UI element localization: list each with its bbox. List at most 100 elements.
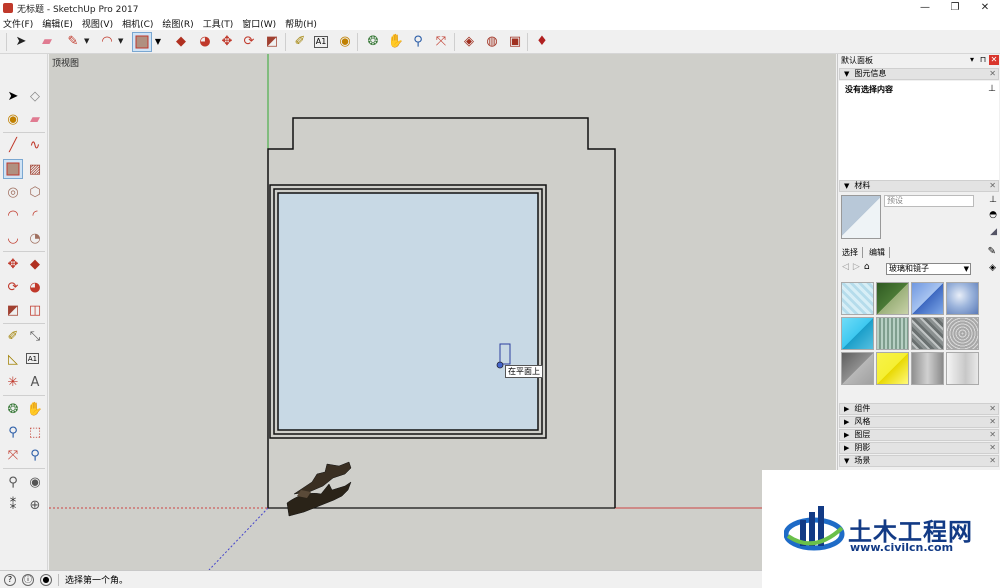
minimize-button[interactable]: — [910,0,940,16]
section-close-icon[interactable]: ✕ [989,430,996,440]
section-plane-icon[interactable]: ⊕ [26,496,44,514]
ruby-extension-icon[interactable]: ♦ [533,33,551,51]
material-swatch[interactable] [911,317,944,350]
material-swatch[interactable] [841,317,874,350]
material-swatch[interactable] [876,352,909,385]
menu-window[interactable]: 窗口(W) [242,17,276,30]
styles-header[interactable]: ▶ 风格 ✕ [839,416,999,428]
tray-pin-icon[interactable]: ▾ [967,55,977,65]
tray-close-icon[interactable]: ✕ [989,55,999,65]
circle-icon[interactable]: ◎ [4,183,22,201]
make-component-icon[interactable]: ◇ [26,87,44,105]
zoom-window-icon[interactable]: ⬚ [26,423,44,441]
menu-tools[interactable]: 工具(T) [203,17,234,30]
arc-tool-icon[interactable]: ◠ [98,33,116,51]
forward-arrow-icon[interactable]: ▷ [853,262,860,272]
rectangle-tool-icon[interactable] [132,32,152,52]
dimension-icon[interactable]: ⤡ [26,327,44,345]
create-material-icon[interactable]: ◓ [989,210,997,220]
pan-tool-icon[interactable]: ✋ [387,33,405,51]
rectangle-icon[interactable] [3,159,23,179]
shadows-header[interactable]: ▶ 阴影 ✕ [839,442,999,454]
line-tool-icon[interactable]: ✎ [64,33,82,51]
display-secondary-icon[interactable]: ⊥ [989,195,997,205]
zoom-icon[interactable]: ⚲ [4,423,22,441]
zoom-extents-icon[interactable]: ⤧ [4,446,22,464]
text-tool-icon[interactable]: A1 [314,36,328,48]
scale-tool-icon[interactable]: ◩ [263,33,281,51]
details-arrow-icon[interactable]: ◈ [989,263,996,273]
material-swatch[interactable] [946,352,979,385]
rectangle-dropdown-icon[interactable]: ▼ [152,33,164,51]
menu-view[interactable]: 视图(V) [82,17,113,30]
eyedropper-icon[interactable]: ✎ [988,246,996,257]
orbit-icon[interactable]: ❂ [4,400,22,418]
zoom-tool-icon[interactable]: ⚲ [409,33,427,51]
menu-help[interactable]: 帮助(H) [285,17,317,30]
scenes-header[interactable]: ▼ 场景 ✕ [839,455,999,467]
model-viewport[interactable]: 顶视图 在平面上 [49,54,836,570]
section-close-icon[interactable]: ✕ [989,417,996,427]
zoom-extents-tool-icon[interactable]: ⤧ [432,33,450,51]
tape-measure-tool-icon[interactable]: ✐ [291,33,309,51]
paint-bucket-icon[interactable]: ◉ [4,110,22,128]
line-icon[interactable]: ╱ [4,136,22,154]
entity-pin-icon[interactable]: ⊥ [988,84,996,94]
user-icon[interactable]: ● [40,573,52,586]
pie-icon[interactable]: ◔ [26,229,44,247]
rotate-icon[interactable]: ⟳ [4,278,22,296]
push-pull-icon[interactable]: ◆ [26,255,44,273]
select-tool-icon[interactable]: ➤ [12,33,30,51]
offset-icon[interactable]: ◫ [26,301,44,319]
two-point-arc-icon[interactable]: ◜ [26,206,44,224]
pan-icon[interactable]: ✋ [26,400,44,418]
menu-draw[interactable]: 绘图(R) [162,17,193,30]
material-swatch[interactable] [911,282,944,315]
tape-measure-icon[interactable]: ✐ [4,327,22,345]
sample-paint-icon[interactable]: ◢ [990,227,997,237]
close-button[interactable]: ✕ [970,0,1000,16]
rotated-rectangle-icon[interactable]: ▨ [26,160,44,178]
material-swatch[interactable] [876,317,909,350]
extension-warehouse-icon[interactable]: ▣ [506,33,524,51]
orbit-tool-icon[interactable]: ❂ [364,33,382,51]
arc-icon[interactable]: ◠ [4,206,22,224]
credits-icon[interactable]: ⓘ [22,573,34,586]
section-close-icon[interactable]: ✕ [989,181,996,191]
materials-header[interactable]: ▼ 材料 ✕ [839,180,999,192]
3d-text-icon[interactable]: A [26,373,44,391]
material-swatch[interactable] [946,317,979,350]
arc-dropdown-icon[interactable]: ▼ [118,37,123,45]
three-point-arc-icon[interactable]: ◡ [4,229,22,247]
entity-info-header[interactable]: ▼ 图元信息 ✕ [839,68,999,80]
polygon-icon[interactable]: ⬡ [26,183,44,201]
home-icon[interactable]: ⌂ [864,262,870,272]
eraser-tool-icon[interactable]: ▰ [38,33,56,51]
eraser-icon[interactable]: ▰ [26,110,44,128]
material-swatch[interactable] [841,352,874,385]
material-swatch[interactable] [876,282,909,315]
rotate-tool-icon[interactable]: ⟳ [240,33,258,51]
move-tool-icon[interactable]: ✥ [218,33,236,51]
material-name-field[interactable]: 预设 [884,195,974,207]
menu-edit[interactable]: 编辑(E) [42,17,73,30]
3d-warehouse-icon[interactable]: ◈ [460,33,478,51]
section-close-icon[interactable]: ✕ [989,443,996,453]
current-material-swatch[interactable] [841,195,881,239]
tab-select[interactable]: 选择 [842,247,863,258]
freehand-icon[interactable]: ∿ [26,136,44,154]
move-icon[interactable]: ✥ [4,255,22,273]
material-swatch[interactable] [841,282,874,315]
menu-camera[interactable]: 相机(C) [122,17,153,30]
share-model-icon[interactable]: ◍ [483,33,501,51]
tab-edit[interactable]: 编辑 [869,247,890,258]
look-around-icon[interactable]: ◉ [26,473,44,491]
material-swatch[interactable] [946,282,979,315]
material-collection-select[interactable]: 玻璃和镜子 ▼ [886,263,971,275]
previous-view-icon[interactable]: ⚲ [26,446,44,464]
axes-icon[interactable]: ✳ [4,373,22,391]
follow-me-icon[interactable]: ◕ [26,278,44,296]
position-camera-icon[interactable]: ⚲ [4,473,22,491]
layers-header[interactable]: ▶ 图层 ✕ [839,429,999,441]
line-dropdown-icon[interactable]: ▼ [84,37,89,45]
